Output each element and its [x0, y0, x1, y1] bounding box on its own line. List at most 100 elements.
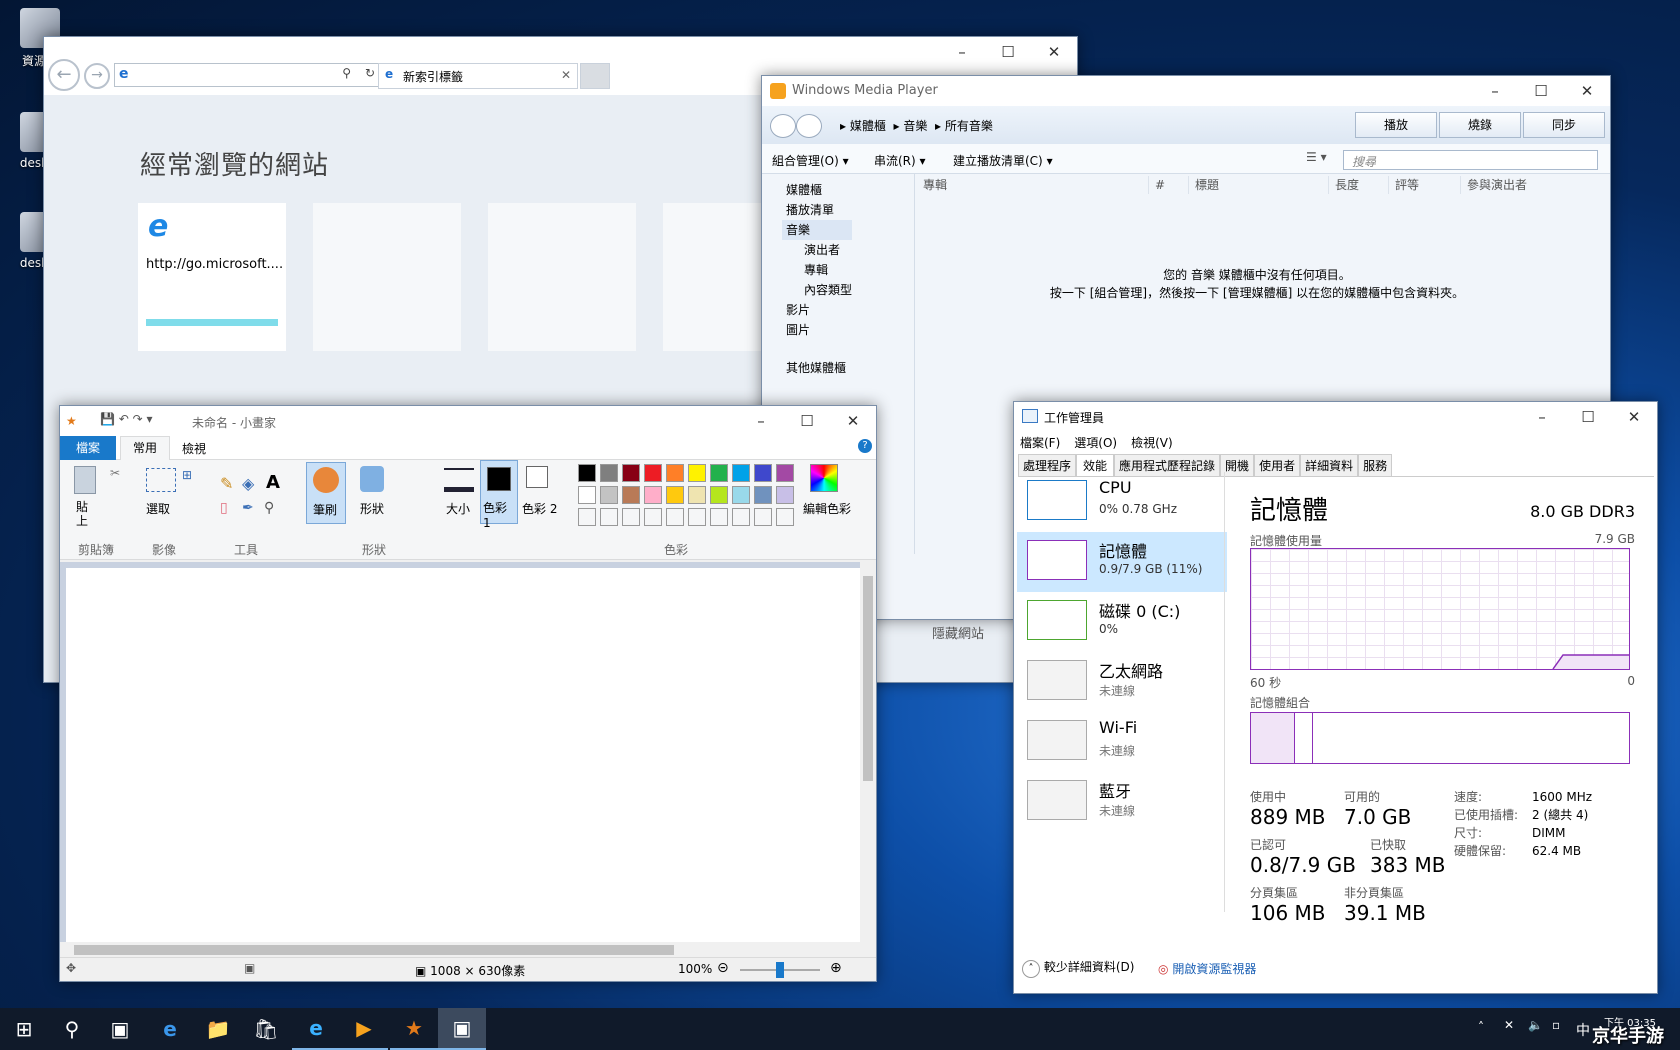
palette-swatch[interactable] [600, 508, 618, 526]
color2-swatch[interactable] [526, 466, 548, 488]
network-icon[interactable]: ✕ [1504, 1018, 1514, 1032]
resource-item-ethernet[interactable]: 乙太網路 未連線 [1017, 652, 1227, 712]
close-button[interactable]: ✕ [830, 406, 876, 436]
palette-swatch[interactable] [754, 464, 772, 482]
hidden-sites-link[interactable]: 隱藏網站 [932, 623, 984, 642]
tree-item-library[interactable]: 媒體櫃 [786, 180, 852, 200]
fewer-details-button[interactable]: ˄ 較少詳細資料(D) [1022, 958, 1134, 978]
palette-swatch[interactable] [578, 464, 596, 482]
taskbar-internet-explorer[interactable]: e [292, 1008, 340, 1050]
color-picker-icon[interactable]: ✒ [242, 500, 254, 516]
tree-item-videos[interactable]: 影片 [786, 300, 852, 320]
tab-users[interactable]: 使用者 [1254, 454, 1301, 476]
forward-button[interactable]: → [84, 63, 110, 89]
tray-chevron-up-icon[interactable]: ˄ [1478, 1020, 1484, 1034]
paste-icon[interactable] [74, 466, 96, 494]
select-button[interactable]: 選取 [146, 500, 170, 517]
tab-view[interactable]: 檢視 [182, 440, 206, 457]
address-bar[interactable]: e ⚲ ↻ [114, 63, 382, 87]
view-options-icon[interactable]: ☰ ▾ [1306, 150, 1327, 164]
zoom-slider[interactable] [740, 962, 820, 978]
vertical-scrollbar[interactable] [860, 562, 876, 947]
palette-swatch[interactable] [622, 508, 640, 526]
quick-access-toolbar[interactable]: 💾 ↶ ↷ ▾ [100, 412, 153, 426]
pencil-icon[interactable]: ✎ [220, 474, 233, 493]
organize-menu[interactable]: 組合管理(O) ▾ [772, 152, 849, 169]
palette-swatch[interactable] [600, 486, 618, 504]
close-button[interactable]: ✕ [1611, 402, 1657, 432]
close-button[interactable]: ✕ [1564, 76, 1610, 106]
palette-swatch[interactable] [666, 486, 684, 504]
menu-file[interactable]: 檔案(F) [1020, 434, 1060, 451]
site-tile-empty[interactable] [488, 203, 636, 351]
palette-swatch[interactable] [578, 508, 596, 526]
search-input[interactable]: 搜尋 [1343, 150, 1598, 170]
resource-item-disk[interactable]: 磁碟 0 (C:) 0% [1017, 592, 1227, 652]
palette-swatch[interactable] [666, 508, 684, 526]
zoom-out-button[interactable]: ⊝ [717, 960, 729, 976]
palette-swatch[interactable] [710, 486, 728, 504]
drawing-canvas[interactable] [66, 568, 860, 947]
search-icon[interactable]: ⚲ [342, 66, 351, 80]
sync-tab-button[interactable]: 同步 [1523, 112, 1605, 138]
taskbar-edge[interactable]: e [146, 1008, 194, 1050]
maximize-button[interactable]: ☐ [1565, 402, 1611, 432]
minimize-button[interactable]: – [1519, 402, 1565, 432]
taskbar-media-player[interactable]: ▶ [340, 1008, 388, 1050]
tree-item-pictures[interactable]: 圖片 [786, 320, 852, 340]
menu-view[interactable]: 檢視(V) [1131, 434, 1173, 451]
palette-swatch[interactable] [688, 486, 706, 504]
breadcrumb-item[interactable]: 音樂 [903, 119, 927, 133]
taskbar-task-manager[interactable]: ▣ [438, 1008, 486, 1050]
cut-icon[interactable]: ✂ [110, 466, 120, 480]
ime-indicator[interactable]: 中 [1576, 1020, 1590, 1040]
eraser-icon[interactable]: ▯ [220, 500, 228, 516]
zoom-slider-thumb[interactable] [776, 962, 784, 978]
column-header-number[interactable]: # [1149, 176, 1189, 194]
palette-swatch[interactable] [776, 486, 794, 504]
maximize-button[interactable]: ☐ [985, 37, 1031, 67]
color1-button[interactable]: 色彩 1 [480, 460, 518, 530]
minimize-button[interactable]: – [1472, 76, 1518, 106]
palette-swatch[interactable] [710, 464, 728, 482]
tree-item-other-libraries[interactable]: 其他媒體櫃 [786, 358, 852, 378]
horizontal-scrollbar[interactable] [60, 942, 862, 958]
shapes-button[interactable]: 形狀 [360, 500, 384, 517]
palette-swatch[interactable] [644, 464, 662, 482]
site-tile[interactable]: e http://go.microsoft.... [138, 203, 286, 351]
palette-swatch[interactable] [732, 464, 750, 482]
palette-swatch[interactable] [776, 464, 794, 482]
search-button[interactable]: ⚲ [48, 1008, 96, 1050]
taskbar-paint[interactable]: ★ [390, 1008, 438, 1050]
paste-button[interactable]: 貼上 [76, 500, 94, 528]
column-header-rating[interactable]: 評等 [1389, 176, 1461, 194]
color2-button[interactable]: 色彩 2 [522, 500, 557, 517]
palette-swatch[interactable] [754, 508, 772, 526]
resource-item-memory[interactable]: 記憶體 0.9/7.9 GB (11%) [1017, 532, 1227, 592]
tab-services[interactable]: 服務 [1358, 454, 1393, 476]
stream-menu[interactable]: 串流(R) ▾ [874, 152, 926, 169]
back-button[interactable] [770, 114, 796, 138]
palette-swatch[interactable] [666, 464, 684, 482]
size-button[interactable]: 大小 [446, 500, 470, 517]
burn-tab-button[interactable]: 燒錄 [1439, 112, 1521, 138]
palette-swatch[interactable] [710, 508, 728, 526]
palette-swatch[interactable] [622, 464, 640, 482]
column-header-length[interactable]: 長度 [1329, 176, 1389, 194]
scrollbar-thumb[interactable] [863, 576, 873, 781]
forward-button[interactable] [796, 114, 822, 138]
breadcrumb-item[interactable]: 媒體櫃 [850, 119, 886, 133]
palette-swatch[interactable] [732, 508, 750, 526]
create-playlist-menu[interactable]: 建立播放清單(C) ▾ [953, 152, 1053, 169]
select-icon[interactable] [146, 468, 176, 492]
crop-icon[interactable]: ⊞ [182, 468, 192, 482]
size-icon[interactable] [444, 468, 474, 492]
magnifier-icon[interactable]: ⚲ [264, 500, 274, 516]
shapes-icon[interactable] [360, 466, 384, 492]
play-tab-button[interactable]: 播放 [1355, 112, 1437, 138]
minimize-button[interactable]: – [939, 37, 985, 67]
tree-item-artists[interactable]: 演出者 [786, 240, 852, 260]
taskbar-store[interactable]: 🛍 [242, 1008, 290, 1050]
palette-swatch[interactable] [600, 464, 618, 482]
palette-swatch[interactable] [578, 486, 596, 504]
